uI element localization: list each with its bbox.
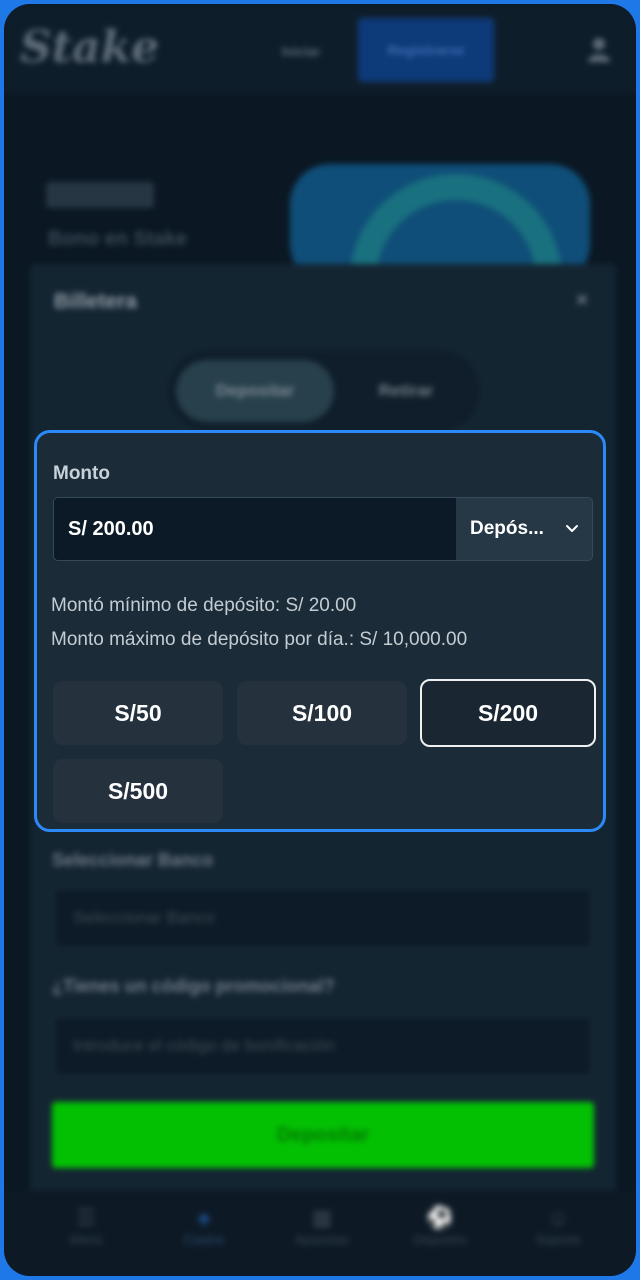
nav-item-menu[interactable]: ☰ Menú [26, 1204, 146, 1247]
quick-amount-500[interactable]: S/500 [53, 759, 223, 823]
bank-label: Seleccionar Banco [52, 850, 214, 870]
support-icon: ☺ [546, 1205, 570, 1230]
deposit-submit-button[interactable]: Depositar [52, 1102, 594, 1168]
nav-label: Casino [183, 1232, 225, 1247]
casino-icon: ♠ [198, 1205, 210, 1230]
user-icon[interactable] [584, 34, 614, 64]
min-deposit-text: Montó mínimo de depósito: S/ 20.00 [51, 595, 357, 616]
promo-code-input[interactable]: Introduce el código de bonificación [54, 1016, 592, 1076]
deposit-method-select[interactable]: Depós... [456, 498, 592, 560]
amount-field: Depós... [53, 497, 593, 561]
stake-logo[interactable]: Stake [20, 22, 159, 73]
top-header: Stake Iniciar Registrarse [4, 4, 636, 94]
chevron-down-icon [566, 525, 578, 532]
phone-screen: Stake Iniciar Registrarse Bono en Stake … [4, 4, 636, 1276]
deposit-method-label: Depós... [470, 518, 544, 539]
menu-icon: ☰ [76, 1205, 96, 1230]
nav-label: Apuestas [294, 1232, 350, 1247]
nav-label: Menú [69, 1232, 103, 1247]
amount-panel: Monto Depós... Montó mínimo de depósito:… [34, 430, 606, 832]
nav-item-bets[interactable]: ▦ Apuestas [262, 1204, 382, 1247]
quick-amount-100[interactable]: S/100 [237, 681, 407, 745]
promo-badge [46, 182, 154, 208]
nav-item-casino[interactable]: ♠ Casino [144, 1204, 264, 1247]
amount-input[interactable] [54, 498, 456, 560]
nav-item-sports[interactable]: ⚽ Deportes [380, 1204, 500, 1247]
tab-deposit[interactable]: Depositar [176, 360, 334, 422]
quick-amount-200[interactable]: S/200 [420, 679, 596, 747]
bets-icon: ▦ [311, 1205, 333, 1230]
max-deposit-text: Monto máximo de depósito por día.: S/ 10… [51, 629, 468, 650]
bottom-nav: ☰ Menú ♠ Casino ▦ Apuestas ⚽ Deportes ☺ … [4, 1190, 636, 1276]
wallet-tabs: Depositar Retirar [168, 350, 480, 432]
wallet-title: Billetera [54, 290, 137, 313]
bank-select[interactable]: Seleccionar Banco [54, 888, 592, 948]
register-button[interactable]: Registrarse [358, 18, 494, 82]
quick-amount-50[interactable]: S/50 [53, 681, 223, 745]
tab-withdraw[interactable]: Retirar [338, 360, 474, 422]
login-button[interactable]: Iniciar [256, 32, 346, 70]
close-icon[interactable]: × [570, 288, 594, 312]
nav-label: Soporte [535, 1232, 581, 1247]
sports-icon: ⚽ [426, 1205, 454, 1230]
promo-code-label: ¿Tienes un código promocional? [52, 976, 335, 996]
nav-label: Deportes [413, 1232, 467, 1247]
promo-text: Bono en Stake [48, 228, 187, 250]
amount-label: Monto [53, 463, 110, 484]
nav-item-support[interactable]: ☺ Soporte [498, 1204, 618, 1247]
